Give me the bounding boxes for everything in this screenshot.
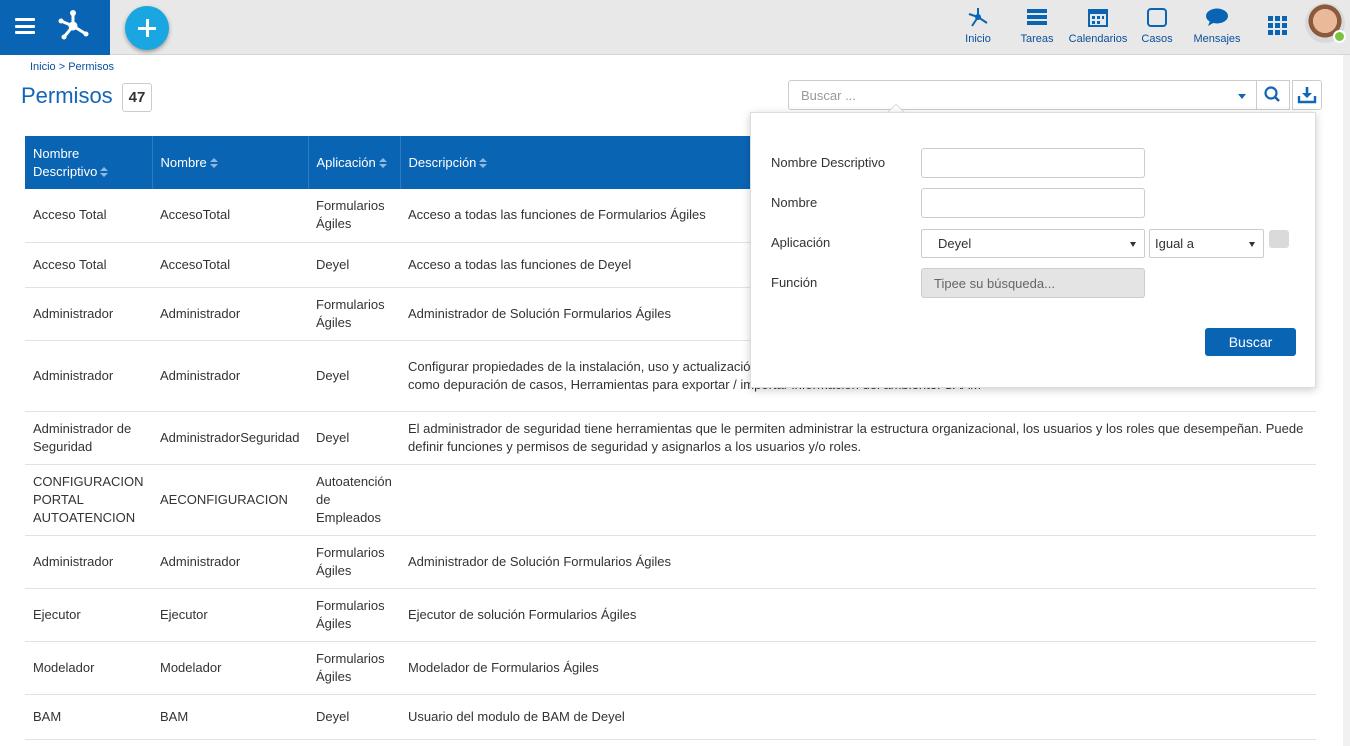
cell-aplicacion: Formularios Ágiles — [308, 641, 400, 695]
cell-descripcion: Administrador de Solución Formularios Ág… — [400, 535, 1316, 589]
cell-aplicacion: Deyel — [308, 340, 400, 412]
search-icon — [1264, 86, 1280, 102]
table-row[interactable]: BAM BAM Deyel Usuario del modulo de BAM … — [25, 694, 1316, 740]
cell-nombre: AccesoTotal — [152, 242, 308, 288]
table-row[interactable]: Administrador Administrador Formularios … — [25, 535, 1316, 589]
cell-nombre-descriptivo: Administrador de Seguridad — [25, 411, 152, 465]
cell-nombre-descriptivo: Ejecutor — [25, 588, 152, 642]
cell-aplicacion: Autoatención de Empleados — [308, 464, 400, 536]
nav-label: Calendarios — [1068, 33, 1128, 45]
nav-label: Casos — [1141, 33, 1173, 45]
cell-nombre: Ejecutor — [152, 588, 308, 642]
filter-checkbox[interactable] — [1269, 230, 1289, 248]
nombre-descriptivo-label: Nombre Descriptivo — [771, 155, 886, 170]
cell-descripcion: El administrador de seguridad tiene herr… — [400, 411, 1316, 465]
cell-nombre-descriptivo: Modelador — [25, 641, 152, 695]
cell-nombre: Administrador — [152, 535, 308, 589]
cases-icon — [1147, 8, 1167, 27]
cell-nombre: AECONFIGURACION — [152, 464, 308, 536]
column-header-nombre[interactable]: Nombre — [152, 136, 309, 189]
cell-nombre-descriptivo: Administrador — [25, 535, 152, 589]
operator-select[interactable]: Igual a — [1149, 229, 1264, 258]
table-row[interactable]: CONFIGURACION PORTAL AUTOATENCION AECONF… — [25, 464, 1316, 536]
table-row[interactable]: Ejecutor Ejecutor Formularios Ágiles Eje… — [25, 588, 1316, 642]
messages-icon — [1206, 8, 1228, 26]
nav-label: Inicio — [965, 33, 991, 45]
nav-casos[interactable]: Casos — [1140, 6, 1174, 50]
nav-inicio[interactable]: Inicio — [962, 6, 994, 50]
menu-area — [0, 0, 110, 55]
cell-descripcion — [400, 464, 1316, 536]
deyel-logo-icon[interactable] — [56, 9, 90, 41]
page-title: Permisos — [21, 83, 113, 108]
aplicacion-label: Aplicación — [771, 235, 831, 250]
download-icon — [1297, 87, 1317, 104]
tasks-icon — [1027, 9, 1047, 25]
nombre-label: Nombre — [771, 195, 818, 210]
cell-descripcion: Modelador de Formularios Ágiles — [400, 641, 1316, 695]
header-label: Nombre — [160, 154, 207, 170]
add-button[interactable] — [125, 6, 169, 50]
page-scrollbar[interactable] — [1343, 55, 1350, 746]
advanced-search-panel: Nombre Descriptivo Nombre Aplicación Dey… — [750, 112, 1316, 388]
cell-nombre: Modelador — [152, 641, 308, 695]
cell-aplicacion: Formularios Ágiles — [308, 287, 400, 341]
search-button[interactable] — [1257, 80, 1290, 110]
search-dropdown-toggle[interactable] — [1228, 80, 1257, 110]
cell-nombre-descriptivo: Acceso Total — [25, 189, 152, 243]
sort-icon[interactable] — [100, 166, 109, 178]
top-bar: Inicio Tareas Calendarios Casos Mensajes — [0, 0, 1350, 55]
apps-grid-icon[interactable] — [1268, 16, 1287, 35]
nav-label: Mensajes — [1193, 33, 1241, 45]
cell-descripcion: Ejecutor de solución Formularios Ágiles — [400, 588, 1316, 642]
cell-aplicacion: Formularios Ágiles — [308, 588, 400, 642]
cell-descripcion: Usuario del modulo de BAM de Deyel — [400, 694, 1316, 740]
cell-nombre: Administrador — [152, 287, 308, 341]
nombre-field[interactable] — [921, 188, 1145, 218]
cell-aplicacion: Formularios Ágiles — [308, 535, 400, 589]
cell-aplicacion: Deyel — [308, 411, 400, 465]
nombre-descriptivo-field[interactable] — [921, 148, 1145, 178]
cell-aplicacion: Deyel — [308, 694, 400, 740]
cell-aplicacion: Formularios Ágiles — [308, 189, 400, 243]
sort-icon[interactable] — [479, 157, 488, 169]
cell-nombre-descriptivo: Acceso Total — [25, 242, 152, 288]
sort-icon[interactable] — [209, 157, 219, 169]
sort-icon[interactable] — [378, 157, 388, 169]
search-input[interactable] — [788, 80, 1229, 110]
cell-nombre: AccesoTotal — [152, 189, 308, 243]
header-label: Descripción — [408, 154, 477, 170]
aplicacion-select[interactable]: Deyel — [921, 229, 1145, 258]
cell-nombre: AdministradorSeguridad — [152, 411, 308, 465]
nav-label: Tareas — [1020, 33, 1054, 45]
table-row[interactable]: Modelador Modelador Formularios Ágiles M… — [25, 641, 1316, 695]
cell-nombre-descriptivo: BAM — [25, 694, 152, 740]
cell-aplicacion: Deyel — [308, 242, 400, 288]
cell-nombre: BAM — [152, 694, 308, 740]
funcion-label: Función — [771, 275, 818, 290]
deyel-icon — [968, 8, 988, 27]
online-status-icon — [1333, 30, 1346, 43]
cell-nombre-descriptivo: CONFIGURACION PORTAL AUTOATENCION — [25, 464, 152, 536]
cell-nombre: Administrador — [152, 340, 308, 412]
calendar-icon — [1088, 9, 1108, 27]
table-row[interactable]: Administrador de Seguridad Administrador… — [25, 411, 1316, 465]
hamburger-menu-icon[interactable] — [15, 18, 35, 34]
count-badge: 47 — [122, 83, 152, 112]
operator-select-value: Igual a — [1155, 236, 1195, 251]
breadcrumb[interactable]: Inicio > Permisos — [30, 61, 114, 73]
nav-tareas[interactable]: Tareas — [1019, 6, 1055, 50]
funcion-field[interactable] — [921, 268, 1145, 298]
export-button[interactable] — [1292, 80, 1322, 110]
column-header-nombre-descriptivo[interactable]: Nombre Descriptivo — [25, 136, 153, 189]
nav-mensajes[interactable]: Mensajes — [1192, 6, 1242, 50]
header-label: Aplicación — [316, 154, 376, 170]
cell-nombre-descriptivo: Administrador — [25, 287, 152, 341]
nav-calendarios[interactable]: Calendarios — [1068, 6, 1128, 50]
header-label: Nombre Descriptivo — [33, 145, 98, 179]
cell-nombre-descriptivo: Administrador — [25, 340, 152, 412]
aplicacion-select-value: Deyel — [938, 236, 972, 251]
buscar-button[interactable]: Buscar — [1205, 328, 1296, 356]
column-header-aplicacion[interactable]: Aplicación — [308, 136, 401, 189]
